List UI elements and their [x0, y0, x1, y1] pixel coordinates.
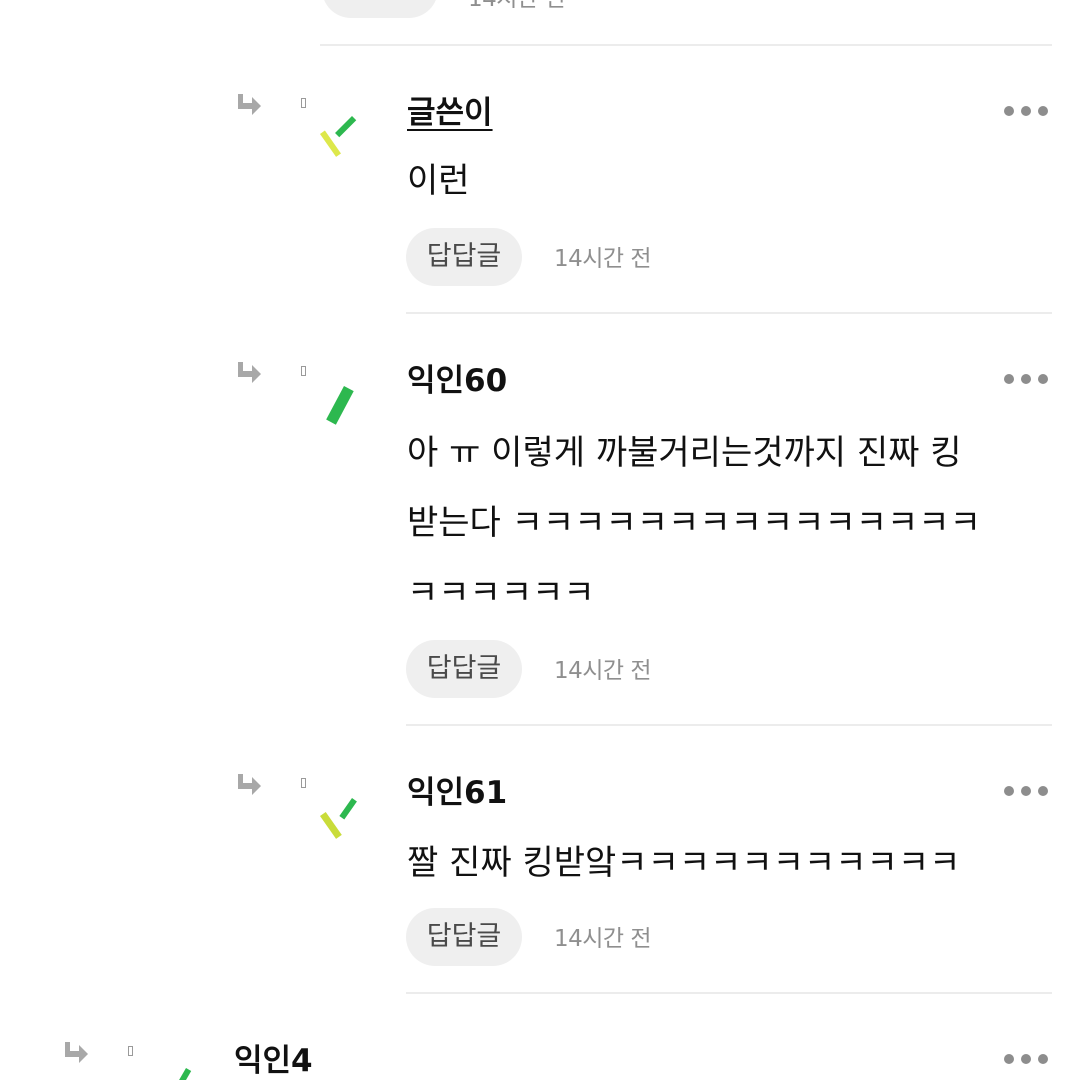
reply-arrow-icon: [238, 362, 261, 383]
tiny-icon: [128, 1046, 133, 1056]
comment-text: 아 ㅠ 이렇게 까불거리는것까지 진짜 킹: [407, 433, 962, 473]
timestamp: 14시간 전: [468, 0, 566, 14]
timestamp: 14시간 전: [554, 658, 652, 684]
more-options-icon[interactable]: [1004, 786, 1055, 796]
reply-button[interactable]: 답답글: [406, 908, 522, 966]
divider: [406, 992, 1052, 994]
comment-text: 이런: [407, 161, 470, 201]
avatar-icon: [320, 116, 357, 157]
reply-arrow-icon: [65, 1042, 88, 1063]
tiny-icon: [301, 366, 306, 376]
comment-author[interactable]: 익인60: [407, 362, 507, 400]
more-options-icon[interactable]: [1004, 374, 1055, 384]
comment-text: ㅋㅋㅋㅋㅋㅋ: [407, 573, 595, 613]
comment-text: 짤 진짜 킹받앜ㅋㅋㅋㅋㅋㅋㅋㅋㅋㅋㅋ: [407, 843, 961, 883]
comment-author[interactable]: 익인61: [407, 774, 507, 812]
reply-button[interactable]: 답답글: [406, 228, 522, 286]
comment-author[interactable]: 익인4: [234, 1042, 313, 1080]
reply-button[interactable]: 답답글: [322, 0, 438, 18]
divider: [406, 312, 1052, 314]
timestamp: 14시간 전: [554, 246, 652, 272]
avatar-icon: [326, 386, 354, 425]
reply-arrow-icon: [238, 774, 261, 795]
divider: [320, 44, 1052, 46]
avatar-icon: [320, 798, 357, 839]
reply-arrow-icon: [238, 94, 261, 115]
timestamp: 14시간 전: [554, 926, 652, 952]
reply-button[interactable]: 답답글: [406, 640, 522, 698]
tiny-icon: [301, 98, 306, 108]
more-options-icon[interactable]: [1004, 106, 1055, 116]
avatar-icon: [176, 1068, 192, 1080]
comment-author[interactable]: 글쓴이: [407, 94, 493, 132]
more-options-icon[interactable]: [1004, 1054, 1055, 1064]
divider: [406, 724, 1052, 726]
tiny-icon: [301, 778, 306, 788]
comment-text: 받는다 ㅋㅋㅋㅋㅋㅋㅋㅋㅋㅋㅋㅋㅋㅋㅋ: [407, 503, 981, 543]
